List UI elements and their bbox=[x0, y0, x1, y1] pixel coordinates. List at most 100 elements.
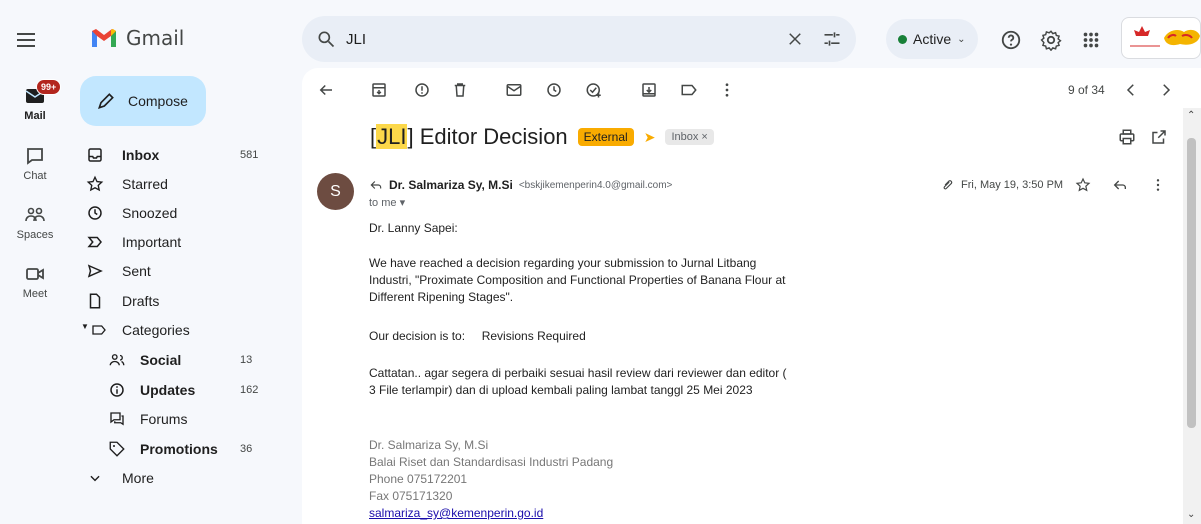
compose-button[interactable]: Compose bbox=[80, 76, 206, 126]
more-options-button[interactable] bbox=[718, 81, 736, 99]
star-icon bbox=[86, 175, 104, 192]
compose-label: Compose bbox=[128, 93, 188, 109]
add-task-icon bbox=[586, 83, 601, 98]
scrollbar-thumb[interactable] bbox=[1187, 138, 1196, 428]
caret-down-icon: ▼ bbox=[81, 322, 89, 331]
apps-button[interactable] bbox=[1080, 29, 1102, 51]
unread-badge: 99+ bbox=[36, 79, 62, 95]
sender-avatar[interactable]: S bbox=[317, 173, 354, 210]
inbox-label-chip[interactable]: Inbox × bbox=[665, 129, 714, 145]
chevron-right-icon bbox=[1163, 84, 1171, 96]
pencil-icon bbox=[98, 93, 114, 109]
nav-sent[interactable]: Sent bbox=[80, 257, 270, 285]
search-input[interactable]: JLI bbox=[346, 31, 768, 48]
more-vert-icon bbox=[725, 83, 729, 97]
more-vert-icon bbox=[1156, 179, 1160, 191]
subject-highlight: JLI bbox=[376, 124, 408, 149]
message-more-button[interactable] bbox=[1150, 177, 1166, 193]
nav-inbox[interactable]: Inbox 581 bbox=[80, 141, 270, 169]
spam-icon bbox=[415, 83, 429, 97]
print-button[interactable] bbox=[1118, 128, 1136, 146]
rail-spaces-label: Spaces bbox=[16, 229, 54, 241]
labels-button[interactable] bbox=[680, 81, 698, 99]
nav-inbox-label: Inbox bbox=[122, 147, 160, 163]
add-task-button[interactable] bbox=[585, 81, 603, 99]
star-button[interactable] bbox=[1075, 177, 1091, 193]
pagination-text: 9 of 34 bbox=[1068, 83, 1105, 97]
message-scrollbar[interactable]: ⌃ ⌄ bbox=[1183, 108, 1201, 524]
important-icon bbox=[87, 236, 102, 248]
email-paragraph-1: We have reached a decision regarding you… bbox=[369, 256, 786, 304]
account-avatar[interactable] bbox=[1121, 17, 1201, 59]
signature-phone: Phone 075172201 bbox=[369, 472, 468, 486]
nav-snoozed[interactable]: Snoozed bbox=[80, 199, 270, 227]
status-selector[interactable]: Active ⌄ bbox=[886, 19, 978, 59]
nav-important[interactable]: Important bbox=[80, 228, 270, 256]
move-to-icon bbox=[642, 83, 656, 97]
sender-email: <bskjikemenperin4.0@gmail.com> bbox=[518, 179, 673, 191]
active-status-dot bbox=[898, 34, 907, 44]
email-decision: Our decision is to: Revisions Required bbox=[369, 329, 586, 343]
message-date: Fri, May 19, 3:50 PM bbox=[941, 178, 1063, 192]
settings-button[interactable] bbox=[1040, 29, 1062, 51]
nav-social-count: 13 bbox=[240, 354, 253, 366]
sender-name[interactable]: Dr. Salmariza Sy, M.Si bbox=[389, 178, 513, 192]
star-icon bbox=[1075, 177, 1091, 192]
snooze-button[interactable] bbox=[545, 81, 563, 99]
gmail-logo[interactable]: Gmail bbox=[90, 26, 184, 50]
open-new-window-button[interactable] bbox=[1150, 128, 1168, 146]
rail-spaces[interactable]: Spaces bbox=[0, 205, 70, 241]
tag-icon bbox=[109, 441, 125, 457]
attachment-icon bbox=[943, 180, 953, 190]
scroll-up-icon[interactable]: ⌃ bbox=[1187, 110, 1195, 121]
nav-starred[interactable]: Starred bbox=[80, 170, 270, 198]
nav-social[interactable]: Social 13 bbox=[80, 346, 270, 374]
label-icon bbox=[92, 325, 106, 335]
email-greeting: Dr. Lanny Sapei: bbox=[369, 221, 458, 235]
archive-button[interactable] bbox=[370, 81, 388, 99]
rail-mail-label: Mail bbox=[24, 110, 46, 122]
print-icon bbox=[1119, 129, 1135, 145]
nav-categories[interactable]: ▼ Categories bbox=[80, 316, 270, 344]
rail-chat[interactable]: Chat bbox=[0, 146, 70, 182]
nav-forums[interactable]: Forums bbox=[80, 405, 270, 433]
label-icon bbox=[681, 84, 697, 96]
search-icon[interactable] bbox=[316, 29, 336, 49]
scroll-down-icon[interactable]: ⌄ bbox=[1187, 509, 1195, 520]
main-menu-button[interactable] bbox=[14, 28, 38, 52]
nav-updates[interactable]: Updates 162 bbox=[80, 376, 270, 404]
recipients-toggle[interactable]: to me ▾ bbox=[369, 196, 405, 209]
nav-sent-label: Sent bbox=[122, 263, 151, 279]
report-spam-button[interactable] bbox=[413, 81, 431, 99]
rail-meet-label: Meet bbox=[22, 288, 48, 300]
nav-drafts-label: Drafts bbox=[122, 293, 160, 309]
rail-chat-label: Chat bbox=[23, 170, 47, 182]
back-button[interactable] bbox=[317, 81, 335, 99]
rail-meet[interactable]: Meet bbox=[0, 264, 70, 300]
search-options-icon[interactable] bbox=[822, 29, 842, 49]
nav-updates-count: 162 bbox=[240, 384, 259, 396]
sender-line: Dr. Salmariza Sy, M.Si <bskjikemenperin4… bbox=[369, 178, 672, 192]
mark-unread-button[interactable] bbox=[505, 81, 523, 99]
nav-promotions[interactable]: Promotions 36 bbox=[80, 435, 270, 463]
newer-button[interactable] bbox=[1122, 81, 1140, 99]
reply-button[interactable] bbox=[1112, 177, 1128, 193]
reply-icon bbox=[370, 181, 382, 189]
clear-search-icon[interactable] bbox=[786, 30, 804, 48]
older-button[interactable] bbox=[1157, 81, 1175, 99]
reply-icon bbox=[1113, 180, 1126, 190]
nav-social-label: Social bbox=[140, 352, 182, 368]
send-icon bbox=[87, 264, 103, 278]
clock-icon bbox=[88, 206, 102, 220]
nav-drafts[interactable]: Drafts bbox=[80, 287, 270, 315]
signature-email-link[interactable]: salmariza_sy@kemenperin.go.id bbox=[369, 506, 543, 520]
arrow-left-icon bbox=[319, 84, 332, 96]
hamburger-icon bbox=[17, 33, 35, 47]
support-button[interactable] bbox=[1000, 29, 1022, 51]
search-bar[interactable]: JLI bbox=[302, 16, 856, 62]
important-marker-icon[interactable]: ➤ bbox=[644, 129, 656, 146]
signature-org: Balai Riset dan Standardisasi Industri P… bbox=[369, 455, 614, 469]
move-to-button[interactable] bbox=[640, 81, 658, 99]
delete-button[interactable] bbox=[451, 81, 469, 99]
nav-more[interactable]: More bbox=[80, 464, 270, 492]
